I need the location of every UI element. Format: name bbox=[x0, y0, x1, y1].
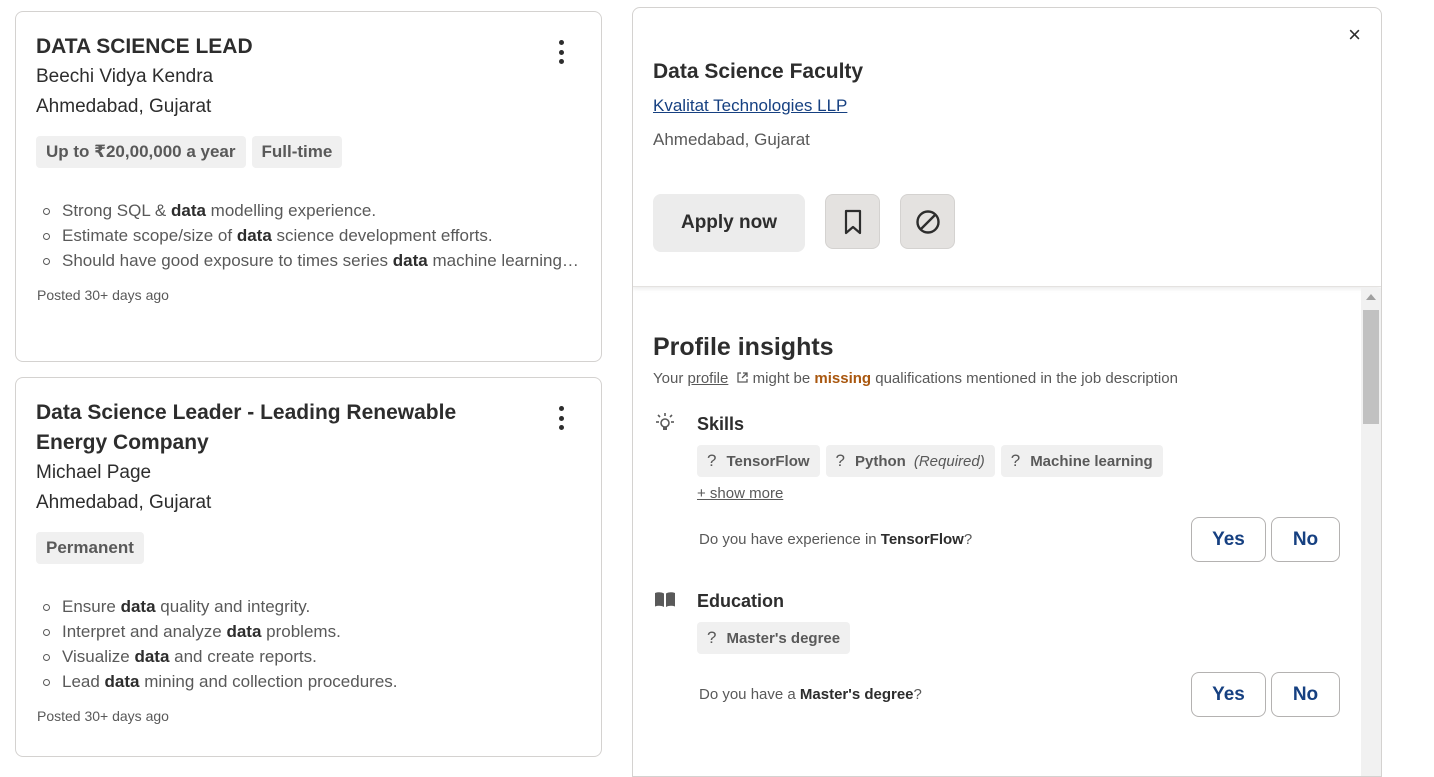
snippet-bullet: Should have good exposure to times serie… bbox=[43, 248, 581, 273]
company-link[interactable]: Kvalitat Technologies LLP bbox=[653, 96, 847, 116]
skills-label: Skills bbox=[697, 414, 745, 434]
job-card-company: Beechi Vidya Kendra bbox=[36, 66, 214, 87]
profile-insights-subtitle: Your profile might be missing qualificat… bbox=[653, 370, 1178, 387]
scroll-up-arrow-icon[interactable] bbox=[1366, 294, 1376, 300]
more-options-icon[interactable] bbox=[549, 404, 573, 432]
yes-button[interactable]: Yes bbox=[1191, 672, 1266, 717]
salary-tag: Up to ₹20,00,000 a year bbox=[36, 136, 246, 168]
no-button[interactable]: No bbox=[1271, 517, 1340, 562]
yes-no-group: Yes No bbox=[1191, 517, 1340, 562]
external-link-icon bbox=[736, 372, 748, 383]
skill-chip[interactable]: ? TensorFlow bbox=[697, 445, 820, 477]
profile-link[interactable]: profile bbox=[687, 370, 728, 387]
yes-no-group: Yes No bbox=[1191, 672, 1340, 717]
job-card-location: Ahmedabad, Gujarat bbox=[36, 492, 212, 513]
snippet-bullet: Interpret and analyze data problems. bbox=[43, 619, 581, 644]
education-question: Do you have a Master's degree? bbox=[699, 686, 922, 703]
job-card-snippet: Ensure data quality and integrity. Inter… bbox=[36, 594, 581, 694]
profile-insights-title: Profile insights bbox=[653, 333, 834, 361]
job-detail-header: × Data Science Faculty Kvalitat Technolo… bbox=[633, 8, 1381, 287]
posted-date: Posted 30+ days ago bbox=[37, 708, 169, 724]
posted-date: Posted 30+ days ago bbox=[37, 287, 169, 303]
skill-chips: ? TensorFlow ? Python (Required) ? Machine l… bbox=[697, 445, 1340, 477]
skill-question: Do you have experience in TensorFlow? bbox=[699, 531, 973, 548]
snippet-bullet: Lead data mining and collection procedur… bbox=[43, 669, 581, 694]
job-card[interactable]: Data Science Leader - Leading Renewable … bbox=[15, 377, 602, 757]
show-more-link[interactable]: + show more bbox=[697, 485, 783, 502]
job-card[interactable]: DATA SCIENCE LEAD Beechi Vidya Kendra Ah… bbox=[15, 11, 602, 362]
job-card-snippet: Strong SQL & data modelling experience. … bbox=[36, 198, 581, 273]
job-card-title[interactable]: DATA SCIENCE LEAD bbox=[36, 32, 506, 62]
skills-section: Skills ? TensorFlow ? Python (Required) ? Ma… bbox=[653, 413, 1340, 562]
education-question-row: Do you have a Master's degree? Yes No bbox=[697, 672, 1340, 717]
missing-label: missing bbox=[814, 370, 872, 387]
yes-button[interactable]: Yes bbox=[1191, 517, 1266, 562]
job-type-tag: Permanent bbox=[36, 532, 144, 564]
job-card-title[interactable]: Data Science Leader - Leading Renewable … bbox=[36, 398, 506, 458]
book-icon bbox=[655, 592, 675, 607]
job-detail-body: Profile insights Your profile might be m… bbox=[633, 288, 1360, 776]
job-type-tag: Full-time bbox=[251, 136, 343, 168]
skill-question-row: Do you have experience in TensorFlow? Ye… bbox=[697, 517, 1340, 562]
skill-chip[interactable]: ? Python (Required) bbox=[825, 445, 995, 477]
block-icon bbox=[915, 209, 940, 234]
no-button[interactable]: No bbox=[1271, 672, 1340, 717]
education-chip[interactable]: ? Master's degree bbox=[697, 622, 851, 654]
close-icon[interactable]: × bbox=[1348, 24, 1361, 46]
job-detail-location: Ahmedabad, Gujarat bbox=[653, 130, 810, 149]
lightbulb-icon bbox=[656, 413, 674, 430]
scrollbar-thumb[interactable] bbox=[1363, 310, 1379, 424]
bookmark-icon bbox=[844, 209, 861, 234]
education-chips: ? Master's degree bbox=[697, 622, 1340, 654]
job-card-company: Michael Page bbox=[36, 462, 152, 483]
not-interested-button[interactable] bbox=[900, 194, 955, 249]
apply-now-button[interactable]: Apply now bbox=[653, 194, 805, 252]
job-card-tags: Up to ₹20,00,000 a year Full-time bbox=[36, 136, 581, 168]
job-actions: Apply now bbox=[653, 194, 1361, 252]
snippet-bullet: Ensure data quality and integrity. bbox=[43, 594, 581, 619]
education-label: Education bbox=[697, 591, 785, 611]
education-section: Education ? Master's degree Do you have a… bbox=[653, 590, 1340, 717]
skill-chip[interactable]: ? Machine learning bbox=[1000, 445, 1163, 477]
snippet-bullet: Visualize data and create reports. bbox=[43, 644, 581, 669]
snippet-bullet: Strong SQL & data modelling experience. bbox=[43, 198, 581, 223]
scrollbar[interactable] bbox=[1361, 288, 1381, 776]
save-job-button[interactable] bbox=[825, 194, 880, 249]
job-card-location: Ahmedabad, Gujarat bbox=[36, 96, 212, 117]
job-card-tags: Permanent bbox=[36, 532, 581, 564]
snippet-bullet: Estimate scope/size of data science deve… bbox=[43, 223, 581, 248]
job-detail-title: Data Science Faculty bbox=[653, 60, 864, 83]
job-detail-panel: × Data Science Faculty Kvalitat Technolo… bbox=[632, 7, 1382, 777]
more-options-icon[interactable] bbox=[549, 38, 573, 66]
